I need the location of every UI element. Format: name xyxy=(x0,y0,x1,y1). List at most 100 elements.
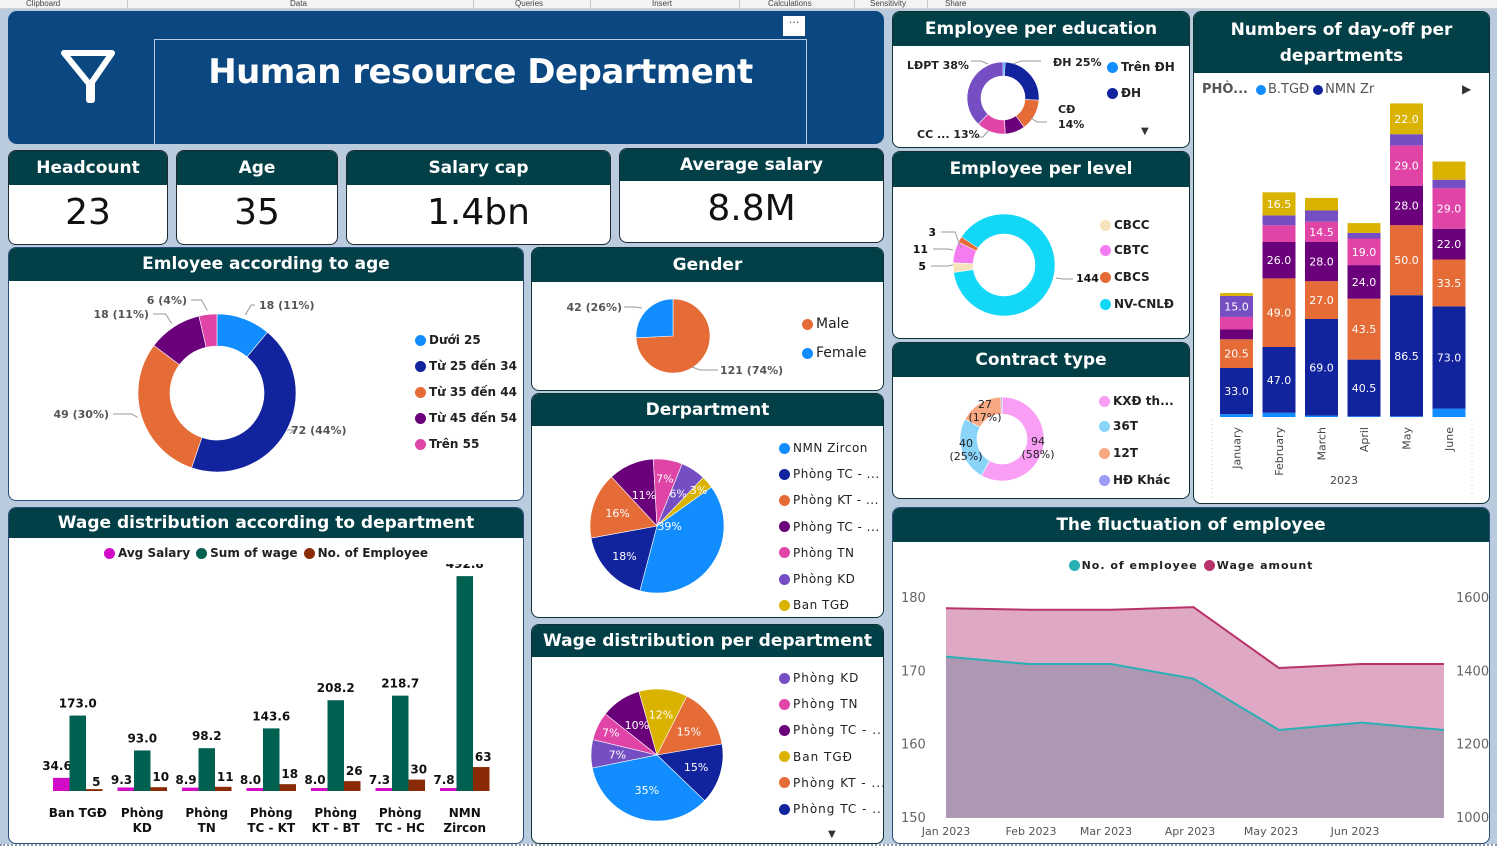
kpi-label: Headcount xyxy=(9,151,167,185)
wage-bar[interactable] xyxy=(279,784,297,791)
legend-item[interactable]: HĐ Khác xyxy=(1099,473,1170,487)
legend-item[interactable]: Avg Salary xyxy=(104,546,190,560)
wage-bar[interactable] xyxy=(134,750,151,791)
legend-item[interactable]: 36T xyxy=(1099,419,1138,433)
dayoff-bar-segment[interactable] xyxy=(1390,416,1423,417)
age-slice[interactable] xyxy=(137,345,203,469)
dayoff-bar-segment[interactable] xyxy=(1220,293,1253,296)
dayoff-bar-segment[interactable] xyxy=(1262,215,1296,226)
scroll-down-icon[interactable]: ▼ xyxy=(1141,126,1149,137)
ribbon-group-clipboard[interactable]: Clipboard xyxy=(26,0,60,8)
legend-item[interactable]: CBCC xyxy=(1100,218,1150,232)
legend-item[interactable]: Phòng TC - ... xyxy=(779,520,880,534)
scroll-down-icon[interactable]: ▼ xyxy=(828,829,836,840)
legend-item[interactable]: Từ 45 đến 54 xyxy=(415,411,517,425)
wage-bar[interactable] xyxy=(263,728,280,791)
legend-item[interactable]: ĐH xyxy=(1107,86,1141,100)
wage-bar[interactable] xyxy=(440,788,457,791)
legend-item[interactable]: Phòng TN xyxy=(779,697,859,711)
wage-bar[interactable] xyxy=(198,748,216,791)
education-slice[interactable] xyxy=(966,61,1004,125)
wage-bar[interactable] xyxy=(392,695,409,791)
wage-bar[interactable] xyxy=(86,789,103,791)
ribbon-group-queries[interactable]: Queries xyxy=(515,0,543,8)
data-label: 15% xyxy=(684,761,708,774)
dayoff-bar-segment[interactable] xyxy=(1305,197,1338,211)
gender-slice[interactable] xyxy=(635,298,674,339)
legend-item[interactable]: Male xyxy=(802,316,849,332)
more-options-button[interactable]: ··· xyxy=(783,16,805,36)
legend-item[interactable]: Từ 35 đến 44 xyxy=(415,385,517,399)
legend-item[interactable]: Phòng KT - ... xyxy=(779,493,879,507)
wage-bar[interactable] xyxy=(182,787,199,791)
dayoff-bar-segment[interactable] xyxy=(1432,408,1466,417)
legend-item[interactable]: CBTC xyxy=(1100,243,1149,257)
dayoff-bar-segment[interactable] xyxy=(1305,210,1338,222)
x-tick-label: Phòng xyxy=(121,806,164,820)
wage-bar[interactable] xyxy=(311,787,328,791)
legend-item[interactable]: Dưới 25 xyxy=(415,333,481,347)
legend-item[interactable]: Phòng KD xyxy=(779,671,859,685)
legend-item[interactable]: No. of Employee xyxy=(303,546,428,560)
wage-bar[interactable] xyxy=(456,576,474,791)
legend-item[interactable]: Female xyxy=(802,345,867,361)
dayoff-bar-segment[interactable] xyxy=(1347,223,1381,233)
legend-item[interactable]: CBCS xyxy=(1100,270,1150,284)
wage-bar[interactable] xyxy=(69,715,87,791)
ribbon-group-sensitivity[interactable]: Sensitivity xyxy=(870,0,906,8)
wage-bar[interactable] xyxy=(327,700,345,791)
legend-next-icon[interactable]: ▶ xyxy=(1462,82,1471,96)
ribbon-group-insert[interactable]: Insert xyxy=(652,0,672,8)
education-slice[interactable] xyxy=(1004,61,1040,101)
ribbon-group-share[interactable]: Share xyxy=(945,0,966,8)
legend-item[interactable]: Ban TGĐ xyxy=(779,598,849,612)
dayoff-bar-segment[interactable] xyxy=(1220,316,1253,330)
legend-item[interactable]: KXĐ th... xyxy=(1099,394,1174,408)
dayoff-bar-segment[interactable] xyxy=(1390,134,1423,146)
legend-item[interactable]: Phòng KT - ... xyxy=(779,776,883,790)
legend-item[interactable]: 12T xyxy=(1099,446,1138,460)
dayoff-bar-segment[interactable] xyxy=(1262,412,1296,417)
legend-item[interactable]: NMN Zr xyxy=(1313,82,1374,97)
legend-item[interactable]: NMN Zircon xyxy=(779,441,868,455)
dayoff-bar-segment[interactable] xyxy=(1432,161,1466,180)
dayoff-bar-segment[interactable] xyxy=(1432,179,1466,189)
legend-item[interactable]: Phòng TC - ... xyxy=(779,467,880,481)
legend-item[interactable]: Phòng KD xyxy=(779,572,855,586)
data-label: 34.6 xyxy=(42,759,72,773)
wage-bar[interactable] xyxy=(344,781,361,791)
page-scrollbar[interactable] xyxy=(0,844,1497,852)
gender-pie: 42 (26%) 121 (74%) xyxy=(566,298,783,377)
legend-item[interactable]: Trên ĐH xyxy=(1107,60,1175,74)
data-label: 72 (44%) xyxy=(291,424,347,437)
legend-item[interactable]: Ban TGĐ xyxy=(779,750,853,764)
legend-item[interactable]: Wage amount xyxy=(1203,559,1314,572)
legend-item[interactable]: B.TGĐ xyxy=(1256,82,1309,97)
legend-item[interactable]: NV-CNLĐ xyxy=(1100,297,1174,311)
wage-bar[interactable] xyxy=(117,787,135,791)
dayoff-bar-segment[interactable] xyxy=(1347,416,1381,417)
legend-item[interactable]: Trên 55 xyxy=(415,437,479,451)
legend-item[interactable]: Phòng TC - ... xyxy=(779,723,883,737)
dayoff-bar-segment[interactable] xyxy=(1220,414,1253,417)
legend-item[interactable]: Từ 25 đến 34 xyxy=(415,359,517,373)
x-tick-label: January xyxy=(1231,427,1244,470)
dayoff-bar-segment[interactable] xyxy=(1262,225,1296,242)
legend-item[interactable]: No. of employee xyxy=(1068,559,1198,572)
ribbon-group-data[interactable]: Data xyxy=(290,0,307,8)
wage-bar[interactable] xyxy=(53,777,70,791)
dayoff-bar-segment[interactable] xyxy=(1347,232,1381,239)
dayoff-bar-segment[interactable] xyxy=(1220,329,1253,340)
wage-bar[interactable] xyxy=(246,787,264,791)
funnel-icon[interactable] xyxy=(60,47,120,107)
wage-bar[interactable] xyxy=(473,767,490,791)
dayoff-bar-segment[interactable] xyxy=(1305,415,1338,417)
legend-item[interactable]: Phòng TC - ... xyxy=(779,802,883,816)
legend-item[interactable]: Phòng TN xyxy=(779,546,855,560)
ribbon-group-calculations[interactable]: Calculations xyxy=(768,0,812,8)
wage-bar[interactable] xyxy=(408,779,426,791)
legend-item[interactable]: Sum of wage xyxy=(196,546,298,560)
wage-bar[interactable] xyxy=(375,788,393,791)
wage-bar[interactable] xyxy=(215,786,232,791)
wage-bar[interactable] xyxy=(150,787,168,791)
